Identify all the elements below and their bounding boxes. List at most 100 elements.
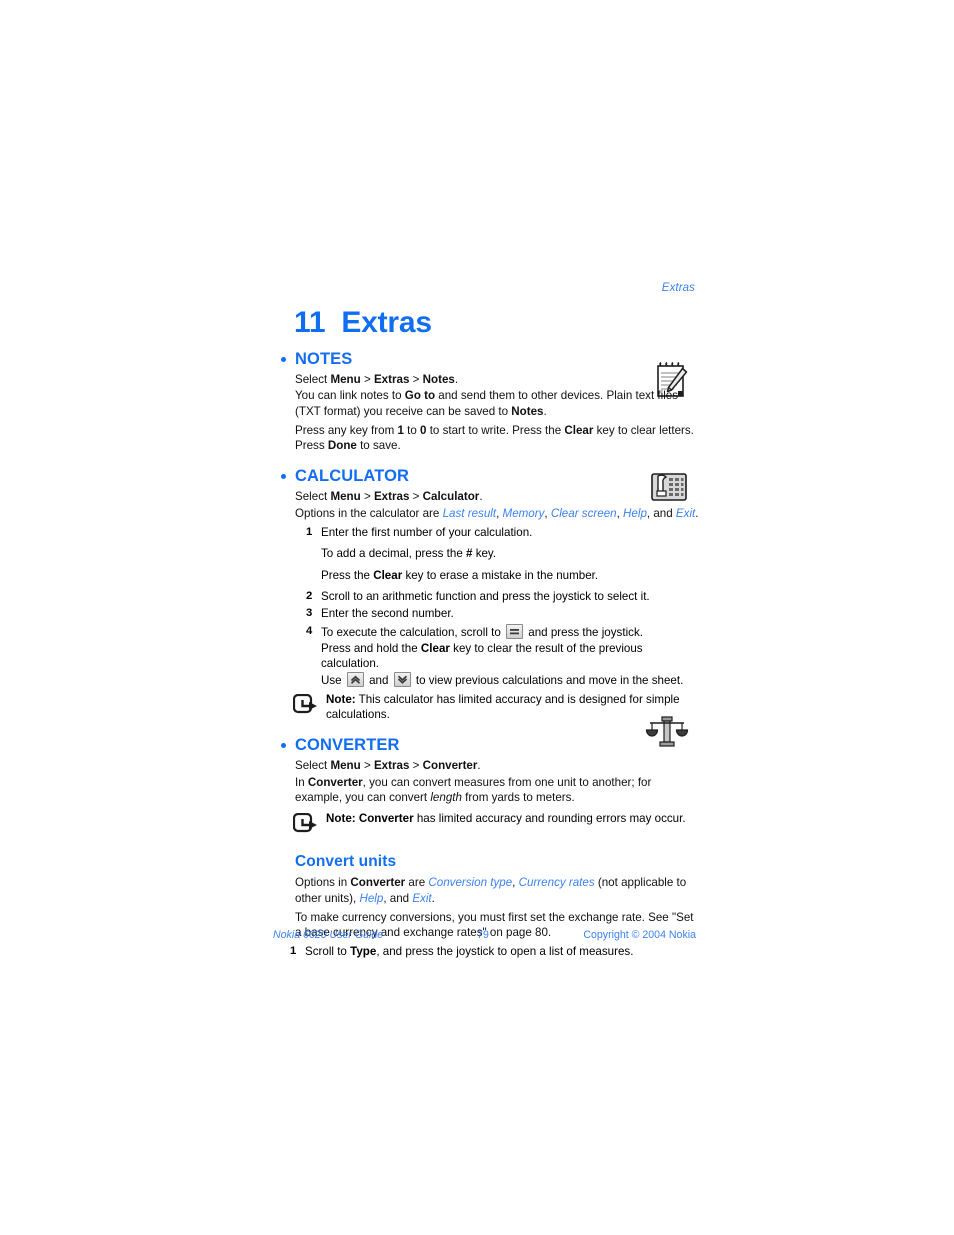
conv-menu-term: Menu [330,759,361,773]
step-4b-a: Use [321,674,345,688]
calc-option-exit: Exit [675,506,696,520]
calculator-note-label: Note: [326,692,356,706]
chapter-title-text: Extras [341,306,432,339]
calc-option-help: Help [623,506,647,520]
cu-type-term: Type [350,945,377,959]
subsection-heading-convert-units: Convert units [279,852,699,872]
cu-step-1-a: Scroll to [305,945,351,959]
notes-notes-term: Notes [422,373,455,386]
converter-note: Note: Converter has limited accuracy and… [279,811,699,839]
convert-units-options: Options in Converter are Conversion type… [279,875,699,906]
notes-p1-prefix: Select [295,373,331,386]
section-heading-notes: NOTES [279,349,699,369]
calc-p2-a: Options in the calculator are [295,506,443,520]
calc-option-memory: Memory [502,506,545,520]
step-1a-a: To add a decimal, press the [321,547,467,561]
conv-p2-converter-term: Converter [307,775,363,789]
notes-p3-c: to start to write. Press the [426,423,565,437]
calculator-note: Note: This calculator has limited accura… [279,692,699,723]
step-1b-a: Press the [321,568,374,582]
conv-extras-term: Extras [373,759,410,773]
step-1-sub-a: To add a decimal, press the # key. [295,546,699,561]
page-title: 11 Extras [294,306,432,340]
note-pointer-icon [292,693,319,714]
conv-p2-a: In [295,775,308,789]
cu-p1-b: are [405,876,429,890]
calc-p1-end: . [479,490,483,504]
section-heading-calculator: CALCULATOR [279,466,699,486]
notes-p1-end: . [454,373,459,386]
step-1-text: Enter the first number of your calculati… [321,526,533,540]
notes-menu-term: Menu [330,373,361,386]
notes-p2-end: . [543,404,547,418]
conv-sep2: > [409,759,423,773]
step-2-text: Scroll to an arithmetic function and pre… [321,589,650,603]
conv-length-term: length [430,790,462,804]
step-1-number: 1 [306,526,313,539]
equals-key-icon[interactable] [506,623,524,639]
section-heading-converter-label: CONVERTER [295,736,400,755]
bullet-icon [281,743,286,749]
calc-sep2: > [409,490,423,504]
converter-select-path: Select Menu > Extras > Converter. [279,758,699,773]
notes-p3-a: Press any key from [295,423,398,437]
cu-step-1-b: , and press the joystick to open a list … [376,945,634,959]
converter-description: In Converter, you can convert measures f… [279,775,699,806]
step-1b-clear-term: Clear [373,568,403,582]
section-heading-notes-label: NOTES [295,350,353,368]
step-1a-b: key. [472,547,497,561]
calc-extras-term: Extras [373,490,410,504]
content-column: NOTES Select Menu > Extras > Notes. You … [279,349,699,960]
step-2-number: 2 [306,589,313,602]
step-3-number: 3 [306,607,313,620]
bullet-icon [281,474,286,480]
conv-p1-prefix: Select [295,759,331,773]
calc-calculator-term: Calculator [422,490,480,504]
step-4-number: 4 [306,624,313,637]
notes-p2-notes-term: Notes [511,404,544,418]
conv-p2-c: from yards to meters. [461,790,575,804]
scroll-down-key-icon[interactable] [393,672,411,688]
notes-clear-term: Clear [564,423,594,437]
step-4-sub-b: Use and to view previous calculations an… [295,672,699,688]
step-2: 2 Scroll to an arithmetic function and pr… [295,589,699,604]
calculator-steps: 1 Enter the first number of your calculat… [279,525,699,689]
notes-p2-a: You can link notes to [295,389,405,403]
scroll-up-key-icon[interactable] [346,672,364,688]
calc-p2-end: . [695,506,699,520]
cu-p1-a: Options in [295,876,351,890]
document-page: Extras 11 Extras NOTES Select Menu > Ext… [0,0,954,1235]
notes-select-path: Select Menu > Extras > Notes. [279,372,699,387]
step-4b-and: and [365,674,392,688]
notes-goto-term: Go to [404,389,436,403]
notes-done-term: Done [327,439,357,453]
step-3-text: Enter the second number. [321,607,454,621]
calc-option-last-result: Last result [442,506,497,520]
notes-sep2: > [409,373,423,386]
calculator-select-path: Select Menu > Extras > Calculator. [279,489,699,504]
step-4b-b: to view previous calculations and move i… [412,674,684,688]
calc-sep1: > [360,490,374,504]
footer-copyright: Copyright © 2004 Nokia [583,929,696,941]
section-heading-calculator-label: CALCULATOR [295,467,410,486]
step-1: 1 Enter the first number of your calculat… [295,525,699,540]
cu-p1-end: . [431,891,435,905]
calc-p1-prefix: Select [295,490,331,504]
notes-p3-b: to [403,423,421,437]
cu-c3: , and [383,891,413,905]
notes-link-paragraph: You can link notes to Go to and send the… [279,388,699,419]
step-4-sub-a: Press and hold the Clear key to clear th… [295,641,699,672]
calc-option-clear-screen: Clear screen [550,506,617,520]
calc-menu-term: Menu [330,490,361,504]
calc-c4: , and [646,506,676,520]
calculator-options-paragraph: Options in the calculator are Last resul… [279,506,699,521]
notes-extras-term: Extras [373,373,410,386]
section-heading-converter: CONVERTER [279,735,699,755]
step-4a-clear-term: Clear [420,641,450,655]
step-1b-b: key to erase a mistake in the number. [402,568,599,582]
converter-note-text: has limited accuracy and rounding errors… [413,812,686,826]
subsection-heading-convert-units-label: Convert units [295,853,397,871]
converter-note-label: Note: Converter [326,812,414,826]
conv-sep1: > [360,759,374,773]
step-1-sub-b: Press the Clear key to erase a mistake i… [295,568,699,583]
